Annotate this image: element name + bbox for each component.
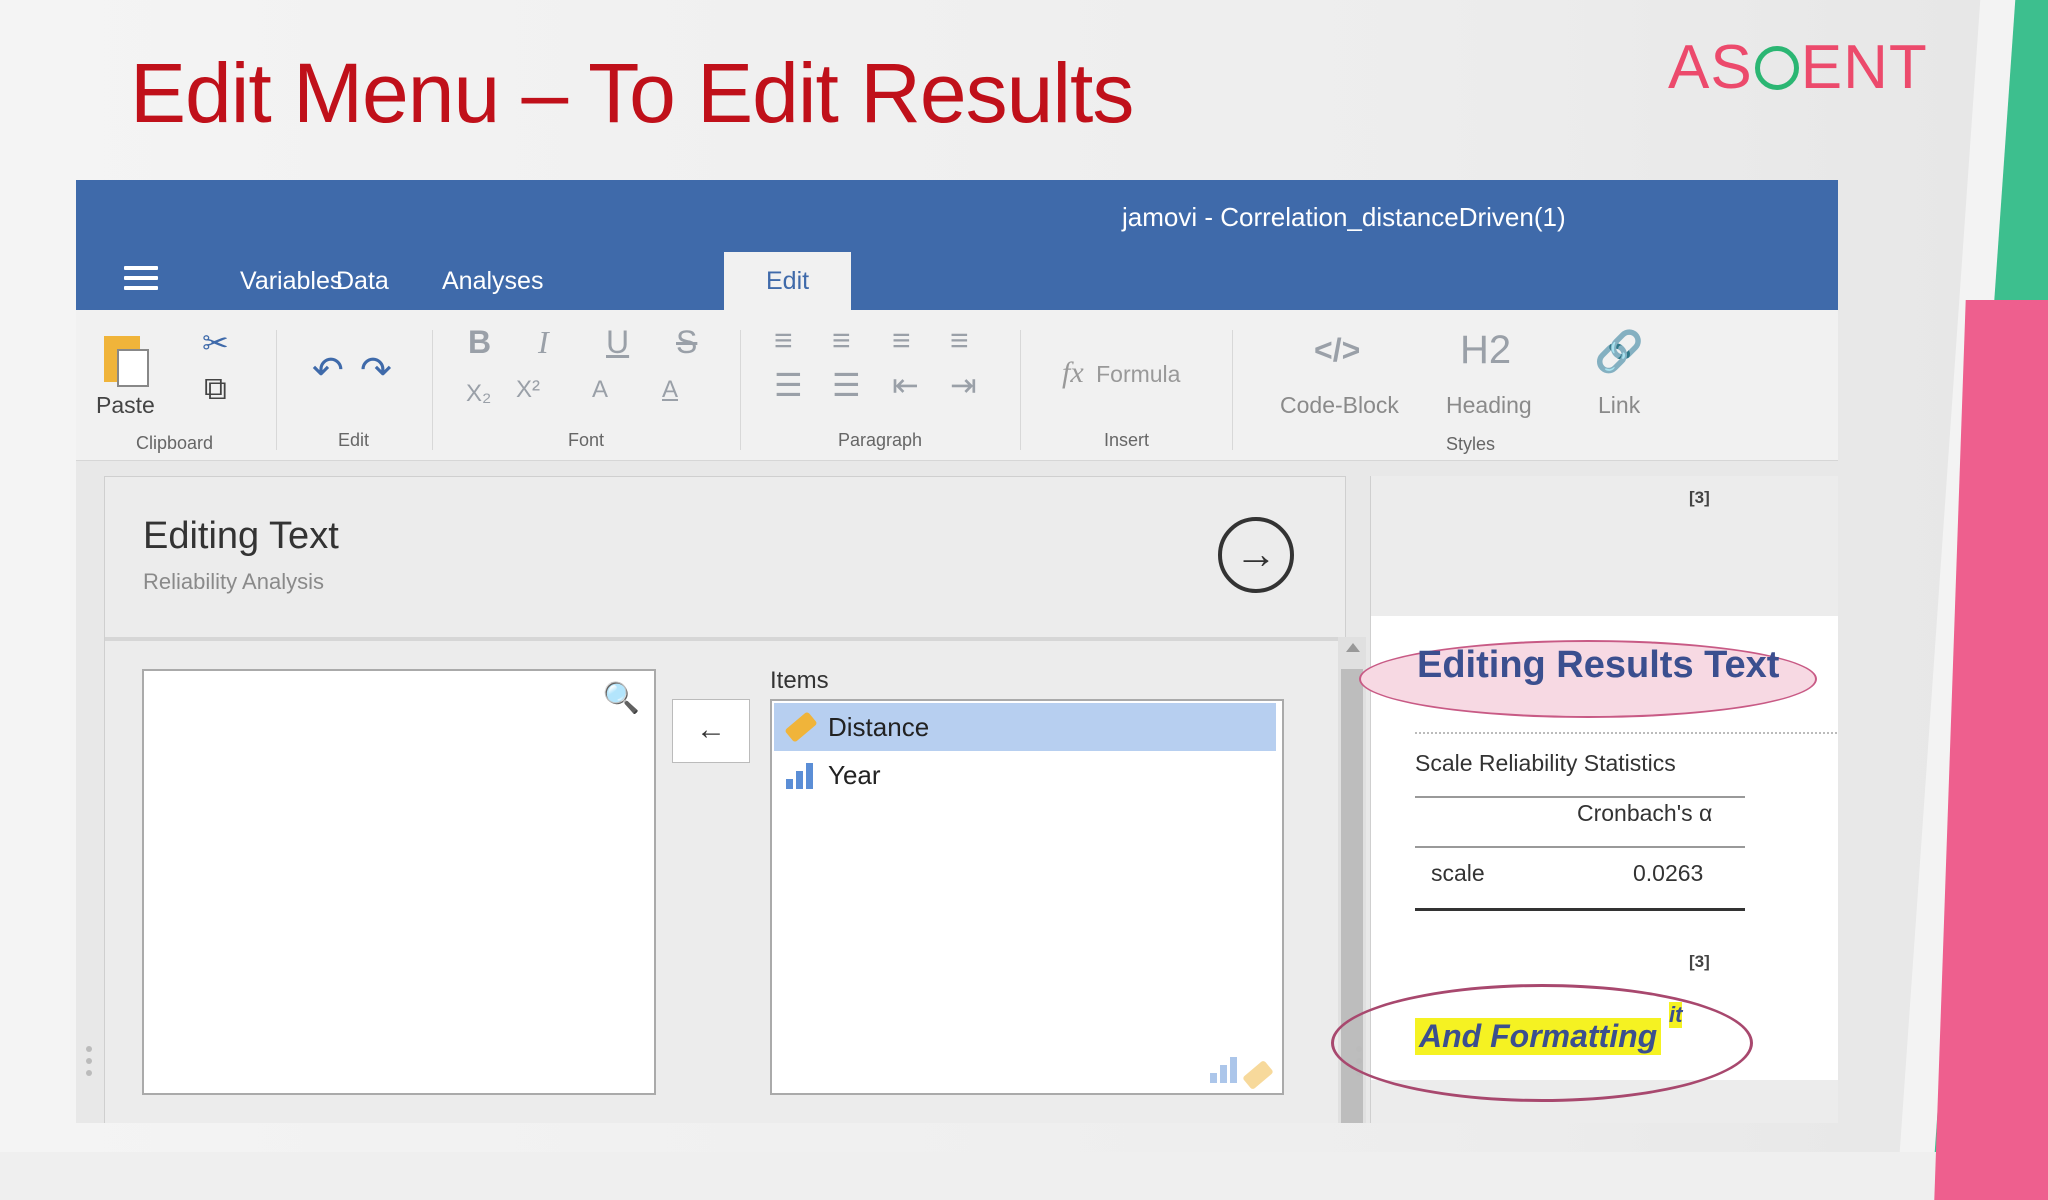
reference-marker: [3] [1689,488,1710,507]
group-label-clipboard: Clipboard [136,433,214,453]
numbered-list-icon[interactable]: ☰ [774,366,803,404]
superscript-text[interactable]: it [1669,1002,1683,1028]
cut-icon[interactable]: ✂ [202,324,229,362]
divider [740,330,741,450]
subscript-icon[interactable]: X₂ [466,380,491,408]
panel-title: Editing Text [143,515,339,557]
tab-analyses[interactable]: Analyses [400,252,585,310]
results-content: Editing Results Text Scale Reliability S… [1331,616,1838,1102]
item-label: Distance [828,712,930,742]
highlight-color-icon[interactable]: A [592,376,608,404]
formula-label: Formula [1096,361,1181,387]
arrow-left-icon: ← [696,713,726,746]
align-justify-icon[interactable]: ≡ [950,322,969,359]
bullet-list-icon[interactable]: ☰ [832,366,861,404]
group-label-insert: Insert [1104,430,1150,450]
divider [1020,330,1021,450]
logo-text-prefix: AS [1668,33,1753,102]
logo-flower-icon [1754,45,1799,90]
arrow-right-circle-icon[interactable]: → [1218,517,1294,593]
jamovi-window: jamovi - Correlation_distanceDriven(1) V… [76,180,1838,1123]
copy-icon[interactable]: ⧉ [204,370,227,408]
panel-subtitle: Reliability Analysis [143,569,324,594]
title-bar: jamovi - Correlation_distanceDriven(1) V… [76,180,1838,310]
table-title: Scale Reliability Statistics [1415,750,1676,776]
strikethrough-icon[interactable]: S [676,324,697,361]
bold-icon[interactable]: B [468,324,491,361]
outdent-icon[interactable]: ⇤ [892,366,919,404]
divider [432,330,433,450]
group-label-edit: Edit [338,430,370,450]
table-column-header: Cronbach's α [1577,800,1713,826]
list-item[interactable]: Distance [774,703,1276,751]
font-color-icon[interactable]: A [662,376,678,404]
divider [1415,732,1838,734]
superscript-icon[interactable]: X² [516,376,540,404]
search-icon[interactable]: 🔍 [603,681,640,716]
available-variables-list[interactable]: 🔍 [142,669,656,1095]
align-left-icon[interactable]: ≡ [774,322,793,359]
divider [1232,330,1233,450]
panel-resize-grip[interactable] [86,1046,92,1076]
bar-chart-icon [1210,1057,1237,1083]
indent-icon[interactable]: ⇥ [950,366,977,404]
bar-chart-icon [786,761,816,789]
group-label-font: Font [568,430,605,450]
formatted-text[interactable]: And Formatting [1415,1018,1662,1055]
hamburger-menu-icon[interactable] [124,266,158,290]
scroll-up-icon[interactable] [1346,643,1360,652]
results-panel: [3] Editing Results Text Scale Reliabili… [1331,476,1838,1123]
formula-button[interactable]: fx Formula [1062,356,1202,396]
code-block-label[interactable]: Code-Block [1280,392,1399,419]
table-row-label: scale [1431,860,1485,886]
items-list[interactable]: Distance Year [770,699,1284,1095]
table-rule [1415,796,1745,798]
tab-edit[interactable]: Edit [724,252,852,310]
analysis-options-panel: Editing Text Reliability Analysis → 🔍 ← … [104,476,1366,1123]
table-cell-value: 0.0263 [1633,860,1704,886]
undo-icon[interactable]: ↶ [312,348,344,393]
link-icon[interactable]: 🔗 [1594,328,1644,375]
table-rule [1415,846,1745,848]
group-label-paragraph: Paragraph [838,430,923,450]
move-variable-button[interactable]: ← [672,699,750,763]
item-label: Year [828,760,881,790]
items-label: Items [770,667,829,694]
table-rule [1415,908,1745,911]
italic-icon[interactable]: I [538,324,549,361]
logo-text-suffix: ENT [1800,33,1928,102]
code-block-icon[interactable]: </> [1314,332,1360,369]
heading-label[interactable]: Heading [1446,392,1532,419]
reference-marker: [3] [1689,952,1710,971]
panel-header: Editing Text Reliability Analysis → [105,477,1345,641]
ruler-icon [1242,1059,1274,1091]
ribbon-toolbar: Paste ✂ ⧉ Clipboard ↶ ↷ Edit B I U S X₂ … [76,310,1838,461]
slide-title: Edit Menu – To Edit Results [130,46,1134,140]
paste-button[interactable]: Paste [96,330,166,420]
paste-label: Paste [96,392,155,418]
ruler-icon [784,711,818,743]
align-center-icon[interactable]: ≡ [832,322,851,359]
divider [276,330,277,450]
variable-type-icons [1210,1051,1274,1091]
align-right-icon[interactable]: ≡ [892,322,911,359]
window-title: jamovi - Correlation_distanceDriven(1) [1122,202,1566,232]
results-heading[interactable]: Editing Results Text [1417,644,1779,687]
redo-icon[interactable]: ↷ [360,348,392,393]
heading-icon[interactable]: H2 [1460,328,1511,373]
paste-icon [104,336,149,387]
formula-icon: fx [1062,356,1084,389]
list-item[interactable]: Year [774,751,1276,799]
link-label[interactable]: Link [1598,392,1640,419]
ascent-logo: AS ENT [1668,32,1928,103]
underline-icon[interactable]: U [606,324,629,361]
group-label-styles: Styles [1446,434,1496,454]
